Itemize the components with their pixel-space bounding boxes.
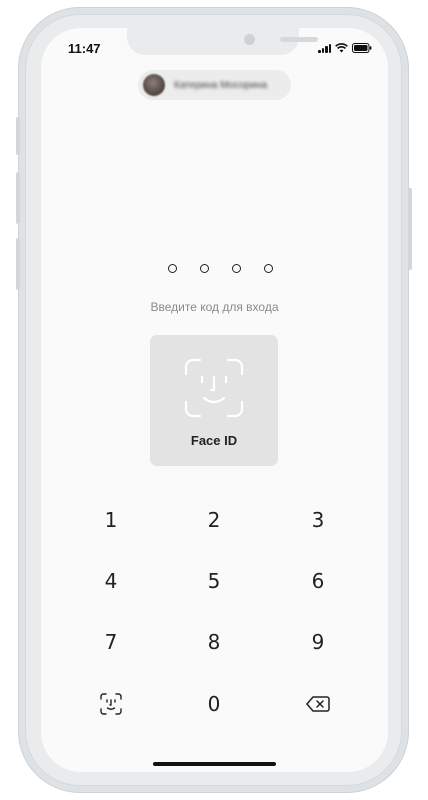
avatar — [143, 74, 165, 96]
mute-switch — [16, 117, 20, 155]
pin-dot — [200, 264, 209, 273]
key-4[interactable]: 4 — [81, 561, 141, 601]
pin-dot — [264, 264, 273, 273]
face-id-button[interactable]: Face ID — [150, 335, 278, 466]
notch — [127, 28, 318, 55]
speaker — [280, 37, 318, 42]
face-id-icon — [100, 693, 122, 715]
key-5[interactable]: 5 — [184, 561, 244, 601]
key-7[interactable]: 7 — [81, 622, 141, 662]
cellular-signal-icon — [318, 43, 331, 53]
face-id-icon — [184, 358, 244, 418]
pin-dot — [232, 264, 241, 273]
pin-prompt: Введите код для входа — [150, 300, 279, 314]
lock-screen: 11:47 Катерина Мосорина Введите код для … — [41, 28, 388, 772]
home-indicator[interactable] — [153, 762, 276, 766]
power-button — [408, 188, 412, 270]
key-9[interactable]: 9 — [288, 622, 348, 662]
face-id-key[interactable] — [81, 684, 141, 724]
status-time: 11:47 — [68, 41, 101, 56]
face-id-label: Face ID — [190, 433, 238, 448]
key-3[interactable]: 3 — [288, 500, 348, 540]
key-0[interactable]: 0 — [184, 684, 244, 724]
volume-up-button — [16, 172, 20, 224]
key-6[interactable]: 6 — [288, 561, 348, 601]
user-name: Катерина Мосорина — [174, 79, 268, 91]
key-1[interactable]: 1 — [81, 500, 141, 540]
volume-down-button — [16, 238, 20, 290]
status-icons — [318, 43, 372, 53]
pin-indicator — [168, 264, 273, 273]
battery-icon — [352, 43, 372, 53]
delete-key[interactable] — [288, 684, 348, 724]
pin-dot — [168, 264, 177, 273]
key-2[interactable]: 2 — [184, 500, 244, 540]
backspace-icon — [306, 696, 330, 712]
wifi-icon — [335, 43, 348, 53]
key-8[interactable]: 8 — [184, 622, 244, 662]
front-camera — [244, 34, 255, 45]
user-switcher[interactable]: Катерина Мосорина — [138, 70, 291, 100]
